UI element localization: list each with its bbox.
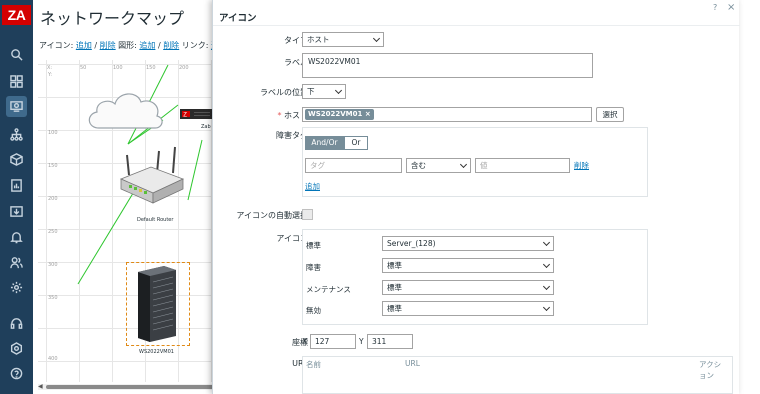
report-icon[interactable] [6,175,27,196]
page-title: ネットワークマップ [40,9,185,28]
icon-disabled-select[interactable]: 標準 [382,301,554,316]
type-select[interactable]: ホスト [302,32,384,47]
icon-maintenance-label: メンテナンス [306,285,351,294]
dashboard-icon[interactable] [6,71,27,92]
remove-chip-icon[interactable]: × [365,110,371,118]
chevron-down-icon [542,260,551,269]
url-name-header: 名前 [306,360,321,369]
url-action-header: アクション [699,360,722,380]
scroll-left-icon[interactable]: ◀ [38,383,43,390]
auto-icon-checkbox[interactable] [302,209,313,220]
icon-problem-value: 標準 [387,261,402,270]
tag-operator-value: 含む [411,161,426,170]
zabbix-server-icon[interactable]: Z [180,107,212,121]
chevron-down-icon [334,86,343,95]
label-position-value: 下 [307,87,315,96]
zabbix-logo[interactable]: ZA [2,5,31,25]
url-table [302,356,733,394]
x-coord-label: X [302,337,308,346]
chevron-down-icon [372,34,381,43]
y-coord-label: Y [359,337,364,346]
label-textarea[interactable]: WS2022VM01 [302,53,593,78]
page-right-edge [739,0,760,394]
support-icon[interactable] [6,313,27,334]
users-icon[interactable] [6,252,27,273]
add-tag-link[interactable]: 追加 [305,181,320,192]
auto-icon-label: アイコンの自動選択 [236,211,308,220]
map-link[interactable] [187,139,203,201]
cloud-icon[interactable] [85,88,165,134]
icon-disabled-label: 無効 [306,306,321,315]
sidebar: ZA [0,0,33,394]
icon-edit-dialog: アイコン ? × タイプ ホスト ラベル WS2022VM01 ラベルの位置 下… [212,0,740,394]
remove-shape-link[interactable]: 削除 [163,41,179,50]
add-icon-link[interactable]: 追加 [76,41,92,50]
dialog-divider [213,25,740,26]
router-icon[interactable] [117,145,185,211]
icon-default-select[interactable]: Server_(128) [382,236,554,251]
y-coord-input[interactable]: 311 [367,334,413,349]
zabbix-server-label: Zab [201,124,211,130]
box-icon[interactable] [6,149,27,170]
monitoring-icon[interactable] [6,96,27,117]
icon-problem-label: 障害 [306,263,321,272]
search-icon[interactable] [6,44,27,65]
separator: / [91,41,100,50]
svg-text:Z: Z [183,113,187,119]
shape-toolbar-label: 図形: [115,41,140,50]
dialog-title: アイコン [219,13,257,24]
icon-toolbar-label: アイコン: [39,41,76,50]
icon-maintenance-value: 標準 [387,283,402,292]
remove-icon-link[interactable]: 削除 [100,41,116,50]
chevron-down-icon [542,303,551,312]
remove-tag-link[interactable]: 削除 [574,160,589,171]
server-label: WS2022VM01 [139,349,174,355]
chevron-down-icon [542,238,551,247]
or-toggle[interactable]: Or [344,136,368,150]
link-toolbar-label: リンク: [179,41,211,50]
url-url-header: URL [405,359,420,368]
network-icon[interactable] [6,124,27,145]
host-chip: WS2022VM01 × [305,109,374,120]
label-position-select[interactable]: 下 [302,84,346,99]
icon-default-value: Server_(128) [387,239,436,248]
download-icon[interactable] [6,201,27,222]
close-icon[interactable]: × [727,2,735,13]
server-icon[interactable] [136,266,178,342]
chevron-down-icon [459,160,468,169]
host-chip-label: WS2022VM01 [308,110,363,118]
help-icon[interactable] [6,363,27,384]
tag-operator-select[interactable]: 含む [406,158,471,173]
chevron-down-icon [542,282,551,291]
type-select-value: ホスト [307,35,330,44]
bell-icon[interactable] [6,227,27,248]
add-shape-link[interactable]: 追加 [139,41,155,50]
x-coord-input[interactable]: 127 [310,334,356,349]
tag-value-input[interactable]: 値 [475,158,570,173]
icon-maintenance-select[interactable]: 標準 [382,280,554,295]
andor-toggle[interactable]: And/Or [305,136,344,150]
select-host-button[interactable]: 選択 [596,107,624,122]
icon-disabled-value: 標準 [387,304,402,313]
icon-default-label: 標準 [306,241,321,250]
tag-name-input[interactable]: タグ [305,158,402,173]
icon-problem-select[interactable]: 標準 [382,258,554,273]
help-icon[interactable]: ? [713,3,717,12]
label-position-label: ラベルの位置 [260,88,308,97]
router-label: Default Router [137,217,174,223]
integrations-icon[interactable] [6,338,27,359]
gear-icon[interactable] [6,277,27,298]
map-edit-toolbar: アイコン: 追加 / 削除 図形: 追加 / 削除 リンク: 追加 [39,40,227,51]
